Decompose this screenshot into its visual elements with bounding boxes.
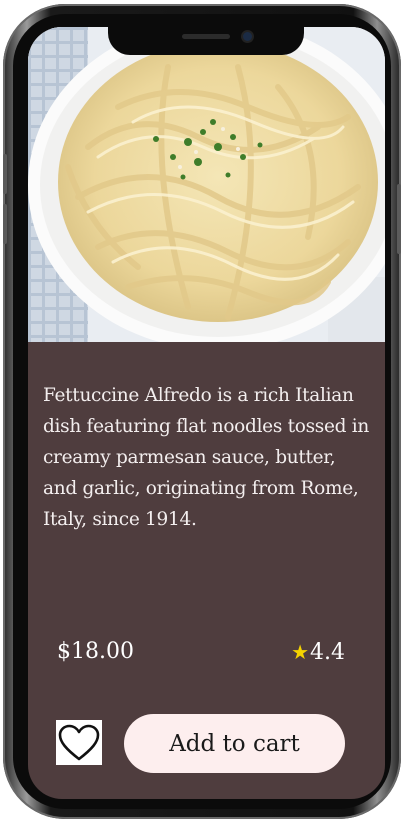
heart-icon: [58, 724, 100, 760]
volume-up-button: [3, 154, 7, 194]
fettuccine-alfredo-photo: [28, 27, 385, 342]
rating-value: 4.4: [310, 640, 345, 665]
power-button: [397, 184, 401, 254]
phone-notch: [108, 27, 304, 55]
volume-down-button: [3, 204, 7, 244]
favorite-button[interactable]: [56, 720, 102, 765]
app-screen: Fettuccine Alfredo is a rich Italian dis…: [28, 27, 385, 799]
product-price: $18.00: [57, 639, 134, 664]
product-description: Fettuccine Alfredo is a rich Italian dis…: [43, 385, 369, 530]
food-photo: [28, 27, 385, 342]
speaker-grille: [182, 34, 230, 39]
front-camera: [243, 32, 252, 41]
star-icon: ★: [291, 640, 309, 664]
add-to-cart-button[interactable]: Add to cart: [124, 714, 345, 773]
product-rating: ★4.4: [291, 640, 345, 665]
